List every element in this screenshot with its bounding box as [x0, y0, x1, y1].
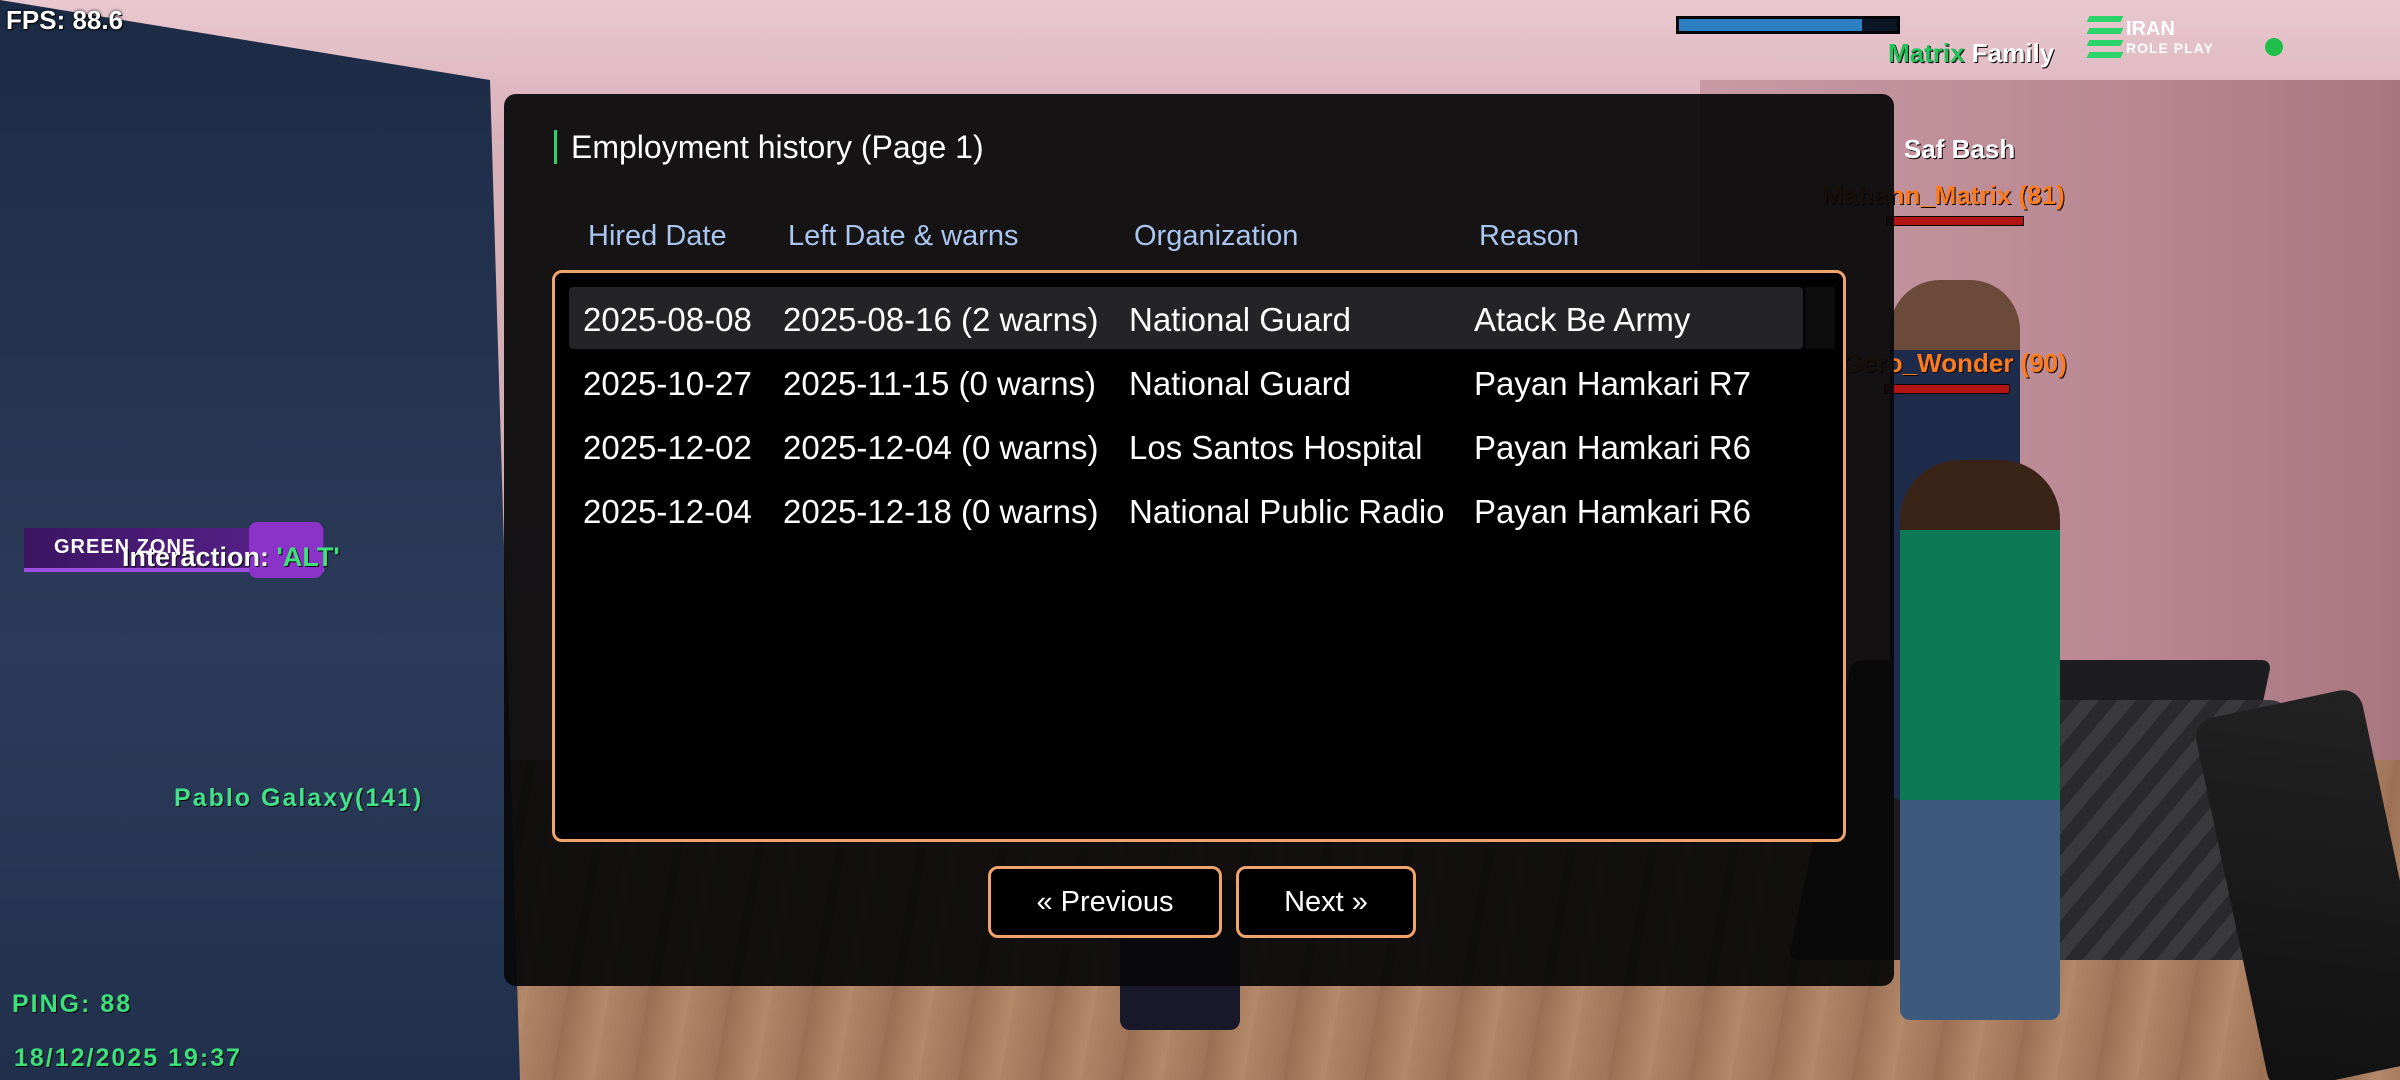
- health-bar: [1676, 16, 1900, 34]
- previous-page-button[interactable]: « Previous: [988, 866, 1222, 938]
- cell-reason: Atack Be Army: [1474, 301, 1691, 338]
- cell-organization: Los Santos Hospital: [1129, 429, 1423, 466]
- npc-green-shirt-character: [1900, 460, 2060, 1020]
- cell-left-date: 2025-11-15 (0 warns): [783, 365, 1097, 402]
- cell-hired-date: 2025-10-27: [583, 365, 752, 402]
- interaction-key: 'ALT': [276, 542, 340, 572]
- player-nametag-saf: Saf Bash: [1904, 134, 2016, 164]
- table-row[interactable]: 2025-12-02 2025-12-04 (0 warns) Los Sant…: [569, 415, 1803, 477]
- status-dot-icon: [2265, 38, 2283, 56]
- column-headers: Hired Date Left Date & warns Organizatio…: [556, 220, 1836, 260]
- org-tag-suffix: Family: [1964, 38, 2055, 68]
- player-health-bar-gero: [1884, 384, 2010, 394]
- player-nametag-pablo: Pablo Galaxy(141): [174, 784, 424, 812]
- cell-hired-date: 2025-08-08: [583, 301, 752, 338]
- cell-reason: Payan Hamkari R6: [1474, 429, 1751, 466]
- player-health-bar-mahann: [1886, 216, 2024, 226]
- fps-counter: FPS: 88.6: [6, 5, 124, 35]
- employment-history-dialog: Employment history (Page 1) Hired Date L…: [504, 94, 1894, 986]
- dialog-title: Employment history (Page 1): [554, 130, 984, 164]
- cell-left-date: 2025-12-04 (0 warns): [783, 429, 1099, 466]
- table-row[interactable]: 2025-12-04 2025-12-18 (0 warns) National…: [569, 479, 1803, 541]
- interaction-prefix: Interaction:: [122, 542, 277, 572]
- cell-left-date: 2025-12-18 (0 warns): [783, 493, 1099, 530]
- scrollbar[interactable]: [1805, 287, 1835, 349]
- header-reason: Reason: [1479, 220, 1579, 252]
- cell-hired-date: 2025-12-04: [583, 493, 752, 530]
- ping-readout: PING: 88: [12, 990, 133, 1018]
- cell-left-date: 2025-08-16 (2 warns): [783, 301, 1099, 338]
- server-logo: IRAN ROLE PLAY: [2086, 14, 2220, 64]
- header-left-date: Left Date & warns: [788, 220, 1019, 252]
- header-hired-date: Hired Date: [588, 220, 727, 252]
- cell-organization: National Guard: [1129, 365, 1351, 402]
- table-row[interactable]: 2025-10-27 2025-11-15 (0 warns) National…: [569, 351, 1803, 413]
- cell-reason: Payan Hamkari R6: [1474, 493, 1751, 530]
- cell-organization: National Guard: [1129, 301, 1351, 338]
- cell-reason: Payan Hamkari R7: [1474, 365, 1751, 402]
- date-time-readout: 18/12/2025 19:37: [14, 1044, 243, 1072]
- history-list[interactable]: 2025-08-08 2025-08-16 (2 warns) National…: [552, 270, 1846, 842]
- health-bar-fill: [1679, 19, 1863, 31]
- organization-tag: Matrix Family: [1888, 38, 2054, 69]
- logo-line2: ROLE PLAY: [2126, 40, 2214, 56]
- logo-line1: IRAN: [2126, 18, 2175, 40]
- cell-organization: National Public Radio: [1129, 493, 1445, 530]
- org-tag-prefix: Matrix: [1888, 38, 1965, 68]
- table-row[interactable]: 2025-08-08 2025-08-16 (2 warns) National…: [569, 287, 1803, 349]
- cell-hired-date: 2025-12-02: [583, 429, 752, 466]
- next-page-button[interactable]: Next »: [1236, 866, 1416, 938]
- interaction-hint: Interaction: 'ALT': [122, 542, 340, 573]
- header-organization: Organization: [1134, 220, 1299, 252]
- logo-stripes-icon: [2086, 14, 2124, 58]
